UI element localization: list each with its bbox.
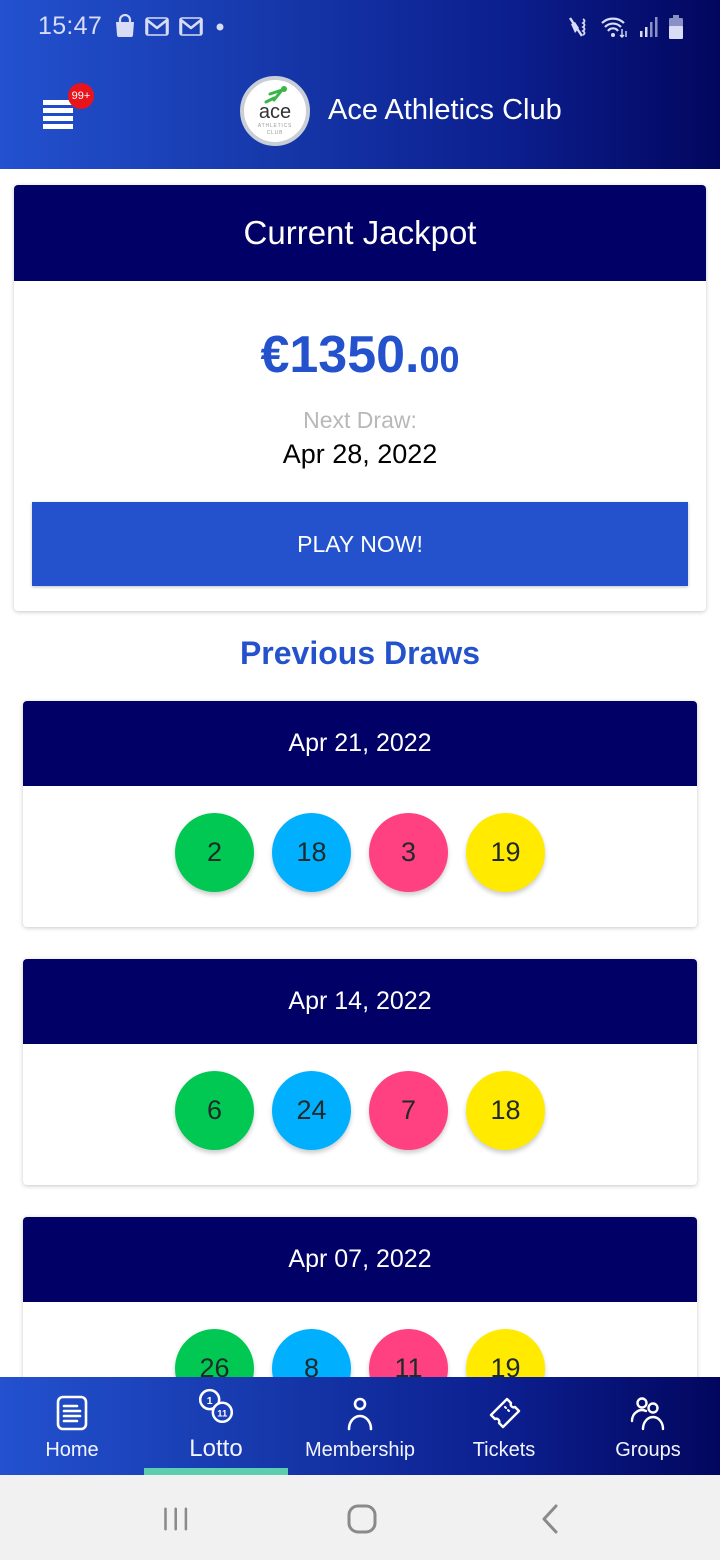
nav-label: Home <box>45 1439 99 1461</box>
play-now-button[interactable]: PLAY NOW! <box>32 502 688 586</box>
lotto-ball: 7 <box>369 1071 448 1150</box>
lotto-ball: 19 <box>466 813 545 892</box>
nav-label: Groups <box>615 1439 681 1461</box>
back-chevron-icon <box>542 1504 558 1534</box>
lotto-ball: 6 <box>175 1071 254 1150</box>
jackpot-title: Current Jackpot <box>14 185 706 281</box>
scroll-content[interactable]: Current Jackpot €1350.00 Next Draw: Apr … <box>0 169 720 1377</box>
home-document-icon <box>56 1395 88 1431</box>
system-navigation-bar <box>0 1475 720 1560</box>
person-icon <box>347 1397 373 1431</box>
ticket-icon <box>489 1397 521 1429</box>
gmail-icon <box>145 17 169 36</box>
back-button[interactable] <box>528 1497 572 1541</box>
lotto-ball: 11 <box>369 1329 448 1377</box>
nav-label: Lotto <box>189 1435 243 1462</box>
lotto-ball: 18 <box>272 813 351 892</box>
svg-text:ATHLETICS: ATHLETICS <box>258 123 292 129</box>
svg-text:1: 1 <box>207 1395 213 1407</box>
home-circle-icon <box>347 1504 377 1534</box>
nav-label: Tickets <box>472 1439 536 1461</box>
next-draw-label: Next Draw: <box>303 407 417 433</box>
nav-item-lotto[interactable]: 1 11 Lotto <box>144 1377 288 1475</box>
lotto-screen: 15:47 99+ ace ATHLETICS CLUB Ace Athleti… <box>0 0 720 1560</box>
draw-card: Apr 21, 2022 2 18 3 19 <box>23 701 697 927</box>
next-draw-date: Apr 28, 2022 <box>282 439 438 469</box>
jackpot-amount-main: €1350. <box>260 326 420 384</box>
jackpot-amount-cents: 00 <box>419 339 460 380</box>
notification-badge: 99+ <box>68 83 94 109</box>
nav-item-membership[interactable]: Membership <box>288 1377 432 1475</box>
nav-label: Membership <box>304 1439 416 1461</box>
signal-icon <box>640 17 658 37</box>
battery-icon <box>669 15 683 39</box>
nav-item-tickets[interactable]: Tickets <box>432 1377 576 1475</box>
wifi-icon <box>601 17 627 38</box>
nav-item-home[interactable]: Home <box>0 1377 144 1475</box>
app-header: 99+ ace ATHLETICS CLUB Ace Athletics Clu… <box>0 56 720 169</box>
draw-numbers: 26 8 11 19 <box>23 1329 697 1377</box>
draw-card: Apr 07, 2022 26 8 11 19 <box>23 1217 697 1377</box>
lotto-ball: 8 <box>272 1329 351 1377</box>
bottom-navigation: Home 1 11 Lotto Membership Tickets Group… <box>0 1377 720 1475</box>
jackpot-amount: €1350.00 <box>14 325 706 385</box>
svg-text:CLUB: CLUB <box>267 130 284 136</box>
lotto-ball: 3 <box>369 813 448 892</box>
mute-vibrate-icon <box>569 17 586 37</box>
recent-apps-icon <box>164 1507 188 1531</box>
draw-date: Apr 14, 2022 <box>23 959 697 1044</box>
dot-icon <box>216 23 224 31</box>
status-bar: 15:47 <box>0 0 720 56</box>
logo-text: ace <box>259 101 291 123</box>
lotto-ball: 26 <box>175 1329 254 1377</box>
draw-numbers: 6 24 7 18 <box>23 1071 697 1150</box>
draw-card: Apr 14, 2022 6 24 7 18 <box>23 959 697 1185</box>
home-button[interactable] <box>340 1497 384 1541</box>
group-icon <box>630 1397 665 1431</box>
draw-date: Apr 21, 2022 <box>23 701 697 786</box>
app-title: Ace Athletics Club <box>328 94 562 126</box>
svg-text:11: 11 <box>217 1408 227 1419</box>
lotto-balls-icon: 1 11 <box>198 1388 234 1423</box>
club-logo: ace ATHLETICS CLUB <box>240 76 310 146</box>
top-app-bar: 15:47 99+ ace ATHLETICS CLUB Ace Athleti… <box>0 0 720 169</box>
lotto-ball: 24 <box>272 1071 351 1150</box>
shopping-bag-icon <box>116 14 134 37</box>
gmail-icon <box>179 17 203 36</box>
lotto-ball: 19 <box>466 1329 545 1377</box>
active-tab-indicator <box>144 1468 288 1475</box>
draw-date: Apr 07, 2022 <box>23 1217 697 1302</box>
recent-apps-button[interactable] <box>154 1497 198 1541</box>
nav-item-groups[interactable]: Groups <box>576 1377 720 1475</box>
draw-numbers: 2 18 3 19 <box>23 813 697 892</box>
previous-draws-title: Previous Draws <box>239 635 481 671</box>
jackpot-card: Current Jackpot €1350.00 Next Draw: Apr … <box>14 185 706 611</box>
lotto-ball: 18 <box>466 1071 545 1150</box>
lotto-ball: 2 <box>175 813 254 892</box>
status-time: 15:47 <box>38 12 103 40</box>
